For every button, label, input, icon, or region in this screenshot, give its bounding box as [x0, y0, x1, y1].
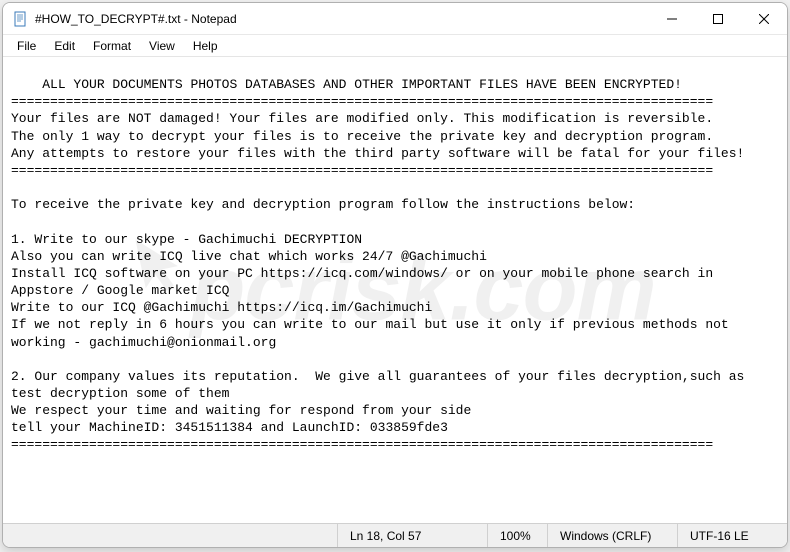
- status-eol: Windows (CRLF): [547, 524, 677, 547]
- menu-view[interactable]: View: [141, 37, 183, 55]
- status-position: Ln 18, Col 57: [337, 524, 487, 547]
- menu-help[interactable]: Help: [185, 37, 226, 55]
- statusbar: Ln 18, Col 57 100% Windows (CRLF) UTF-16…: [3, 523, 787, 547]
- status-zoom: 100%: [487, 524, 547, 547]
- minimize-icon: [667, 14, 677, 24]
- window-controls: [649, 3, 787, 34]
- document-content: ALL YOUR DOCUMENTS PHOTOS DATABASES AND …: [11, 77, 752, 452]
- menu-format[interactable]: Format: [85, 37, 139, 55]
- close-button[interactable]: [741, 3, 787, 35]
- status-encoding: UTF-16 LE: [677, 524, 787, 547]
- menu-edit[interactable]: Edit: [46, 37, 83, 55]
- menubar: File Edit Format View Help: [3, 35, 787, 57]
- text-editor[interactable]: ALL YOUR DOCUMENTS PHOTOS DATABASES AND …: [3, 57, 787, 523]
- close-icon: [759, 14, 769, 24]
- notepad-window: #HOW_TO_DECRYPT#.txt - Notepad File Edit…: [2, 2, 788, 548]
- maximize-button[interactable]: [695, 3, 741, 35]
- notepad-icon: [13, 11, 29, 27]
- window-title: #HOW_TO_DECRYPT#.txt - Notepad: [35, 12, 649, 26]
- menu-file[interactable]: File: [9, 37, 44, 55]
- maximize-icon: [713, 14, 723, 24]
- minimize-button[interactable]: [649, 3, 695, 35]
- titlebar[interactable]: #HOW_TO_DECRYPT#.txt - Notepad: [3, 3, 787, 35]
- status-spacer: [3, 524, 337, 547]
